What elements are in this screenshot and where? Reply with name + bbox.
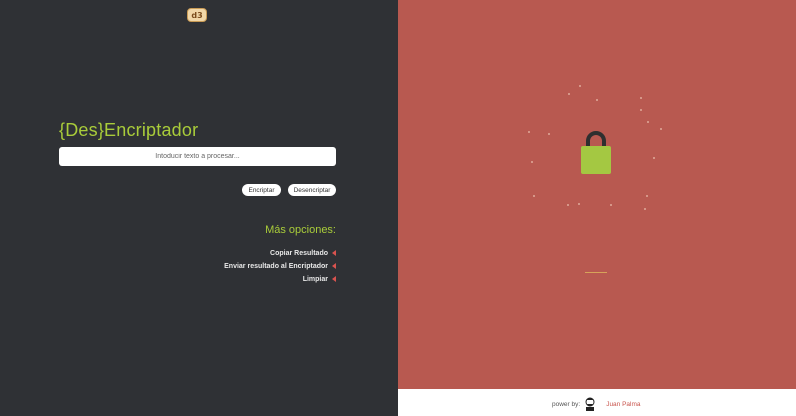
avatar-icon [585,397,595,411]
decrypt-button[interactable]: Desencriptar [288,184,336,196]
page-title: {Des}Encriptador [59,120,199,140]
particle [568,93,570,95]
particle [528,131,530,133]
author-link[interactable]: Juan Palma [606,401,640,408]
option-label: Limpiar [302,275,328,283]
left-panel [0,0,398,416]
particle [533,195,535,197]
option-label: Copiar Resultado [270,249,328,257]
powered-by: power by: Juan Palma [552,397,641,411]
encrypt-button[interactable]: Encriptar [242,184,281,196]
logo-icon[interactable]: d3 [187,8,207,22]
particle [640,109,642,111]
right-panel [398,0,796,389]
option-label: Enviar resultado al Encriptador [224,262,328,270]
text-input[interactable] [59,147,336,166]
arrow-left-icon [332,263,336,269]
particle [579,85,581,87]
particle [660,128,662,130]
particle [578,203,580,205]
particle [653,157,655,159]
powered-by-label: power by: [552,400,581,408]
arrow-left-icon [332,250,336,256]
more-options-title: Más opciones: [265,224,336,236]
particle [644,208,646,210]
logo-text: d3 [191,10,203,20]
particle [646,195,648,197]
particle [548,133,550,135]
particle [596,99,598,101]
particle [640,97,642,99]
send-to-encrypter-option[interactable]: Enviar resultado al Encriptador [224,261,336,271]
particle [610,204,612,206]
lock-icon [581,131,611,174]
progress-line [585,272,607,273]
particle [567,204,569,206]
arrow-left-icon [332,276,336,282]
clear-option[interactable]: Limpiar [303,274,336,284]
particle [647,121,649,123]
particle [531,161,533,163]
copy-result-option[interactable]: Copiar Resultado [270,248,336,258]
